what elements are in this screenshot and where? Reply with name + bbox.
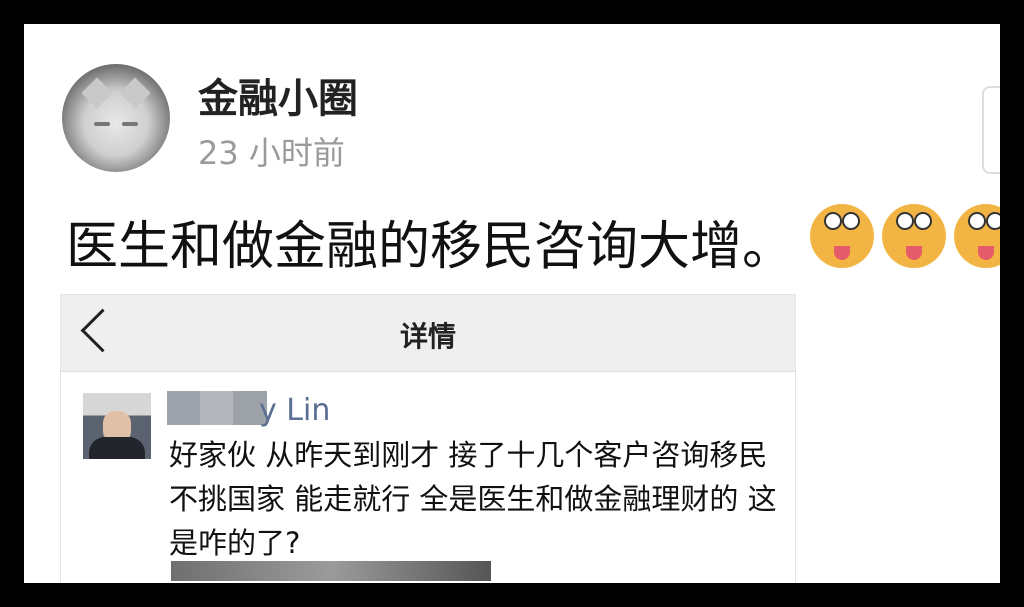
- comment-text: 好家伙 从昨天到刚才 接了十几个客户咨询移民 不挑国家 能走就行 全是医生和做金…: [169, 438, 777, 560]
- cat-ear-right: [119, 77, 151, 109]
- embedded-screenshot[interactable]: 详情 y Lin 好家伙 从昨天到刚才 接了十几个客户咨询移民 不挑国家 能走就…: [60, 294, 796, 583]
- tongue: [906, 246, 922, 260]
- post-text: 医生和做金融的移民咨询大增。: [66, 217, 795, 277]
- avatar[interactable]: [62, 64, 170, 172]
- post-card: 金融小圈 23 小时前 医生和做金融的移民咨询大增。 详情 y Lin 好家伙 …: [24, 24, 1000, 583]
- blurred-name: [167, 391, 267, 425]
- comment-avatar[interactable]: [83, 393, 151, 459]
- screenshot-title: 详情: [399, 320, 456, 353]
- dog-emoji-icon: [810, 204, 874, 268]
- image-preview[interactable]: [171, 561, 491, 581]
- cat-eye-right: [122, 122, 138, 126]
- user-name[interactable]: 金融小圈: [198, 66, 358, 124]
- tongue: [834, 246, 850, 260]
- side-button[interactable]: [982, 86, 1000, 174]
- dog-emoji-icon: [882, 204, 946, 268]
- cat-eye-left: [94, 122, 110, 126]
- tongue: [978, 246, 994, 260]
- dog-emoji-icon: [954, 204, 1000, 268]
- cat-ear-left: [81, 77, 113, 109]
- comment-author[interactable]: y Lin: [259, 393, 330, 428]
- post-time: 23 小时前: [198, 134, 345, 172]
- screenshot-header: 详情: [61, 295, 795, 372]
